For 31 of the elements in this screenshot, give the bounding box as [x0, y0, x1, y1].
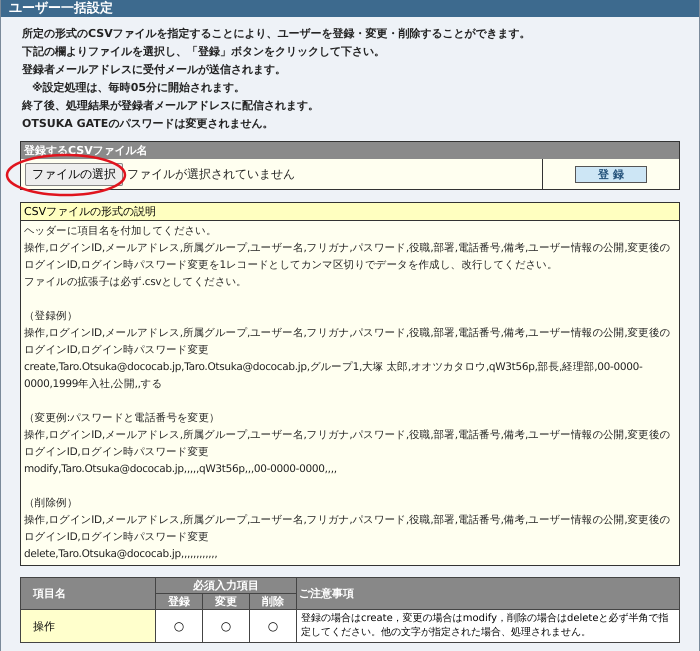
help-text: （削除例） [24, 496, 79, 511]
help-title: CSVファイルの形式の説明 [21, 203, 679, 221]
instruction-text: OTSUKA GATEのパスワードは変更されません。 [21, 116, 274, 132]
instruction-text: 登録者メールアドレスに受付メールが送信されます。 [20, 62, 286, 78]
note-text: ※設定処理は、毎時05分に開始されます。 [31, 80, 246, 96]
help-text: delete,Taro.Otsuka@dococab.jp,,,,,,,,,,,, [24, 547, 218, 562]
choose-file-button[interactable]: ファイルの選択 [25, 162, 123, 186]
instruction-text: 下記の欄よりファイルを選択し、「登録」ボタンをクリックして下さい。 [21, 44, 385, 60]
column-header: ご注意事項 [296, 578, 680, 610]
help-text: ヘッダーに項目名を付加してください。 [24, 224, 218, 239]
help-text: modify,Taro.Otsuka@dococab.jp,,,,,qW3t56p,,,00-0000-0000,,,, [24, 462, 338, 477]
column-header: 項目名 [20, 578, 156, 610]
help-text: 操作,ログインID,メールアドレス,所属グループ,ユーザー名,フリガナ,パスワード,役職,部署,電話番号,備考,ユーザー情報の公開,変更後のログインID,ログイン時パスワード変更を1レコードとしてカンマ区切りでデータを作成し、改行してください。 [24, 241, 672, 273]
instruction-text: 終了後、処理結果が登録者メールアドレスに配信されます。 [20, 98, 319, 114]
file-status-text: ファイルが選択されていません [127, 166, 295, 182]
table-cell: ○ [156, 610, 202, 642]
instruction-text: 所定の形式のCSVファイルを指定することにより、ユーザーを登録・変更・削除することができます。 [21, 26, 531, 42]
table-cell: ○ [202, 610, 250, 642]
column-header: 必須入力項目 [156, 578, 296, 594]
page-title: ユーザー一括設定 [1, 0, 699, 17]
table-cell: 登録の場合はcreate，変更の場合はmodify，削除の場合はdeleteと必ず半角で指定してください。他の文字が指定された場合、処理されません。 [296, 610, 680, 642]
help-text: create,Taro.Otsuka@dococab.jp,Taro.Otsuka@dococab.jp,グループ1,大塚 太郎,オオツカタロウ,qW3t56p,部長,経理部,00-0000-0000,1999年入社,公開,,する [24, 360, 644, 392]
table-cell: ○ [250, 610, 296, 642]
column-header: 削除 [250, 594, 296, 610]
table-cell: 操作 [20, 610, 156, 642]
help-text: ファイルの拡張子は必ず.csvとしてください。 [24, 275, 248, 290]
column-header: 変更 [202, 594, 250, 610]
help-text: （変更例:パスワードと電話番号を変更） [24, 411, 221, 426]
column-header: 登録 [156, 594, 202, 610]
register-button[interactable]: 登 録 [575, 166, 647, 182]
help-text: （登録例） [24, 309, 79, 324]
